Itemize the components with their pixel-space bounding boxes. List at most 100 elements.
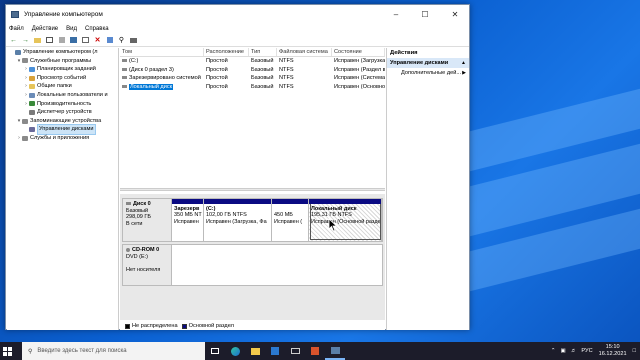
menu-file[interactable]: Файл bbox=[9, 26, 24, 32]
volume-name: (C:) bbox=[129, 58, 139, 64]
up-folder-icon[interactable] bbox=[33, 36, 42, 45]
back-arrow-icon[interactable]: ← bbox=[9, 36, 18, 45]
show-hidden-icons-icon[interactable]: ⌃ bbox=[551, 348, 556, 354]
title-bar[interactable]: Управление компьютером – ☐ ✕ bbox=[6, 5, 469, 23]
tree-node-icon bbox=[29, 101, 35, 107]
mail-icon[interactable] bbox=[285, 342, 305, 360]
list-view-icon[interactable] bbox=[81, 36, 90, 45]
table-cell: Исправен (Основной bbox=[334, 83, 385, 90]
volume-list: Том Расположение Тип Файловая система Со… bbox=[120, 48, 385, 188]
tree-node[interactable]: Управление дисками bbox=[7, 124, 118, 135]
maximize-button[interactable]: ☐ bbox=[410, 5, 440, 23]
volume-icon bbox=[122, 76, 127, 80]
console-tree-icon[interactable] bbox=[45, 36, 54, 45]
pane-splitter[interactable] bbox=[120, 188, 385, 191]
cdrom-icon bbox=[126, 247, 130, 252]
language-indicator[interactable]: РУС bbox=[581, 348, 592, 354]
partition-recovery[interactable]: 450 МБ Исправен ( bbox=[272, 199, 309, 241]
edge-icon[interactable] bbox=[225, 342, 245, 360]
menu-help[interactable]: Справка bbox=[85, 26, 109, 32]
tree-node[interactable]: Диспетчер устройств bbox=[7, 108, 118, 117]
tree-node-icon bbox=[29, 84, 35, 90]
search-icon[interactable]: ⚲ bbox=[117, 36, 126, 45]
tree-node-label: Просмотр событий bbox=[37, 74, 87, 81]
help-icon[interactable] bbox=[69, 36, 78, 45]
taskbar: ⚲ Введите здесь текст для поиска ⌃ ▣ ♬ Р… bbox=[0, 342, 640, 360]
store-icon[interactable] bbox=[265, 342, 285, 360]
volume-name: (Диск 0 раздел 3) bbox=[129, 66, 174, 73]
column-layout[interactable]: Расположение bbox=[204, 48, 249, 56]
tree-node[interactable]: › Производительность bbox=[7, 100, 118, 109]
tree-node[interactable]: › Локальные пользователи и bbox=[7, 91, 118, 100]
tree-node-icon bbox=[29, 66, 35, 72]
table-cell: Простой bbox=[206, 75, 228, 81]
windows-logo-icon bbox=[2, 346, 12, 356]
actions-section[interactable]: Управление дисками ▲ bbox=[387, 58, 469, 68]
tree-node-label: Управление компьютером (л bbox=[23, 49, 98, 55]
file-explorer-icon[interactable] bbox=[245, 342, 265, 360]
tree-node[interactable]: Управление компьютером (л bbox=[7, 48, 118, 57]
table-cell: NTFS bbox=[279, 75, 294, 81]
computer-management-taskbar-icon[interactable] bbox=[325, 342, 345, 360]
clock-date: 16.12.2021 bbox=[598, 351, 627, 357]
table-cell: Базовый bbox=[251, 58, 274, 64]
collapse-icon[interactable]: ▲ bbox=[461, 58, 466, 68]
clock[interactable]: 15:10 16.12.2021 bbox=[599, 344, 627, 358]
menu-action[interactable]: Действие bbox=[32, 26, 58, 32]
close-button[interactable]: ✕ bbox=[440, 5, 470, 23]
column-type[interactable]: Тип bbox=[249, 48, 277, 56]
search-placeholder: Введите здесь текст для поиска bbox=[37, 348, 127, 354]
properties-icon[interactable] bbox=[57, 36, 66, 45]
more-actions-label: Дополнительные дей... bbox=[401, 70, 461, 76]
menu-bar: Файл Действие Вид Справка bbox=[6, 23, 469, 34]
mouse-cursor-icon bbox=[328, 218, 338, 232]
cdrom-row: CD-ROM 0 DVD (E:) Нет носителя bbox=[122, 244, 383, 286]
cdrom-info[interactable]: CD-ROM 0 DVD (E:) Нет носителя bbox=[123, 245, 172, 285]
table-row[interactable]: Локальный диск Простой Базовый NTFS Исправен… bbox=[120, 83, 385, 92]
table-row[interactable]: (Диск 0 раздел 3) Простой Базовый NTFS Испра… bbox=[120, 66, 385, 75]
table-cell: Локальный диск bbox=[120, 83, 204, 92]
computer-management-icon bbox=[11, 10, 19, 18]
disk-type: Базовый bbox=[126, 207, 149, 214]
table-cell: Исправен (Загрузка, bbox=[334, 58, 385, 64]
column-filesystem[interactable]: Файловая система bbox=[277, 48, 332, 56]
office-icon[interactable] bbox=[305, 342, 325, 360]
tree-node[interactable]: › Просмотр событий bbox=[7, 74, 118, 83]
tree-node[interactable]: › Службы и приложения bbox=[7, 134, 118, 143]
partition-c[interactable]: (C:) 102,00 ГБ NTFS Исправен (Загрузка, … bbox=[204, 199, 272, 241]
minimize-button[interactable]: – bbox=[381, 5, 411, 23]
start-button[interactable] bbox=[0, 342, 14, 360]
tree-node[interactable]: › Общие папки bbox=[7, 82, 118, 91]
clock-time: 15:10 bbox=[605, 344, 620, 350]
table-cell: Простой bbox=[206, 83, 228, 90]
console-tree: Управление компьютером (л ▾ Служебные прог… bbox=[7, 48, 119, 330]
tree-node-icon bbox=[22, 118, 28, 124]
column-volume[interactable]: Том bbox=[120, 48, 204, 56]
tree-node[interactable]: › Планировщик заданий bbox=[7, 65, 118, 74]
partition-reserved[interactable]: Зарезерв 350 МБ NT Исправен bbox=[172, 199, 204, 241]
table-row[interactable]: Зарезервировано системой Простой Базовый NT… bbox=[120, 74, 385, 83]
volume-icon[interactable]: ♬ bbox=[571, 348, 577, 354]
system-tray: ⌃ ▣ ♬ РУС 15:10 16.12.2021 □ bbox=[551, 342, 640, 360]
column-status[interactable]: Состояние bbox=[332, 48, 385, 56]
network-icon[interactable]: ▣ bbox=[561, 348, 566, 354]
delete-icon[interactable]: ✕ bbox=[93, 36, 102, 45]
task-view-icon[interactable] bbox=[205, 342, 225, 360]
partition-local-disk[interactable]: Локальный диск 195,31 ГБ NTFS Исправен (… bbox=[309, 199, 382, 241]
partition-status: Исправен (Основной раздел) bbox=[311, 218, 382, 225]
forward-arrow-icon[interactable]: → bbox=[21, 36, 30, 45]
table-cell: Исправен (Раздел в bbox=[334, 66, 385, 73]
disk-management-pane: Том Расположение Тип Файловая система Со… bbox=[120, 48, 385, 330]
taskbar-search[interactable]: ⚲ Введите здесь текст для поиска bbox=[22, 342, 205, 360]
more-actions-item[interactable]: Дополнительные дей... ▶ bbox=[387, 68, 469, 78]
table-row[interactable]: (C:) Простой Базовый NTFS Исправен (Загрузка… bbox=[120, 57, 385, 66]
checklist-icon[interactable] bbox=[105, 36, 114, 45]
menu-view[interactable]: Вид bbox=[66, 26, 77, 32]
table-cell: NTFS bbox=[279, 58, 294, 64]
tree-node[interactable]: ▾ Служебные программы bbox=[7, 57, 118, 66]
table-cell: Простой bbox=[206, 66, 228, 73]
disk-info[interactable]: Диск 0 Базовый 298,09 ГБ В сети bbox=[123, 199, 172, 241]
window-title: Управление компьютером bbox=[24, 10, 103, 18]
disk-icon[interactable] bbox=[129, 36, 138, 45]
notifications-icon[interactable]: □ bbox=[633, 348, 636, 354]
